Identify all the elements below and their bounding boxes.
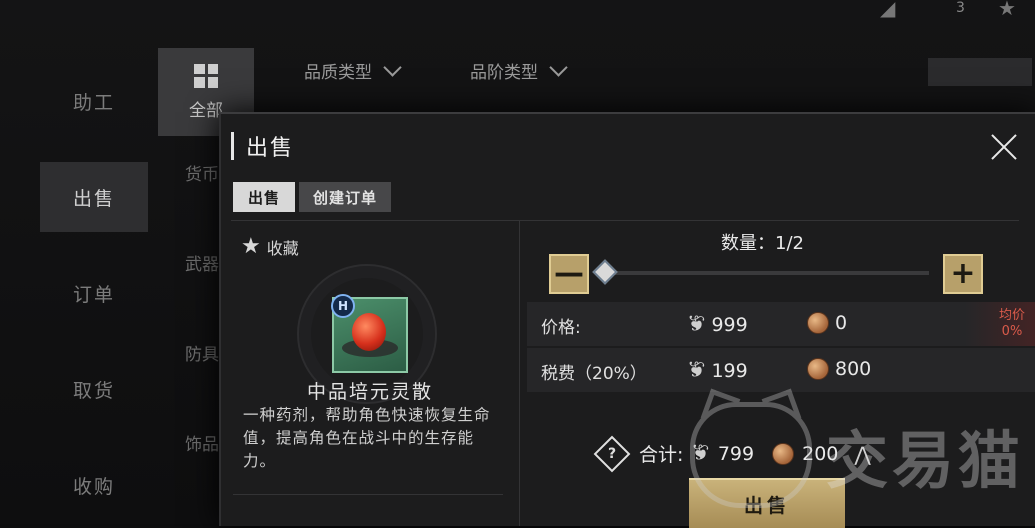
- quantity-slider[interactable]: [595, 271, 929, 275]
- chevron-down-icon: [383, 58, 402, 77]
- corner-decor-icon: ◢: [880, 0, 896, 20]
- filter-quality[interactable]: 品质类型: [304, 58, 402, 83]
- tax-currency2: 800: [807, 358, 871, 380]
- quantity-display: 数量：1/2: [721, 229, 804, 255]
- chevron-down-icon: [549, 58, 568, 77]
- help-glyph: ?: [607, 445, 617, 462]
- top-right-button[interactable]: [928, 58, 1032, 86]
- filter-quality-label: 品质类型: [304, 63, 372, 83]
- favorite-label: 收藏: [266, 238, 299, 258]
- total-label: 合计:: [639, 444, 684, 466]
- price-currency1-value: 999: [711, 313, 748, 336]
- coin-currency-icon: [807, 312, 829, 334]
- avg-price: 均价 0%: [999, 308, 1025, 340]
- total-row: ? 合计: ❦ 799 200 ⋀: [593, 435, 871, 472]
- dialog-title: 出售: [231, 132, 295, 161]
- total-currency1-value: 799: [717, 442, 755, 465]
- tax-row: 税费（20%） ❦ 199 800: [527, 348, 1035, 392]
- price-label: 价格:: [541, 318, 581, 338]
- avg-price-value: 0%: [1001, 324, 1023, 339]
- star-icon: ★: [241, 234, 261, 259]
- nav-item-sell[interactable]: 出售: [40, 162, 148, 232]
- grid-icon: [194, 63, 218, 88]
- help-icon[interactable]: ?: [593, 435, 631, 472]
- quantity-label: 数量：: [721, 233, 775, 254]
- nav-item-purchase[interactable]: 收购: [40, 450, 148, 520]
- divider: [233, 494, 503, 495]
- favorite-toggle[interactable]: ★ 收藏: [241, 234, 299, 259]
- tax-label: 税费（20%）: [541, 364, 647, 384]
- price-currency2-value: 0: [835, 312, 848, 334]
- divider: [231, 220, 1019, 221]
- tab-create-order[interactable]: 创建订单: [299, 182, 392, 212]
- elixir-pill-icon: [352, 313, 386, 351]
- close-icon[interactable]: [989, 132, 1019, 162]
- dialog-title-text: 出售: [246, 136, 295, 161]
- item-description: 一种药剂，帮助角色快速恢复生命值，提高角色在战斗中的生存能力。: [243, 406, 491, 470]
- grade-badge-icon: H: [331, 294, 355, 318]
- sell-dialog: 出售 出售 创建订单 ★ 收藏 H 中品培元灵散 一种药剂，帮助角色快速恢复生命…: [219, 112, 1035, 528]
- feather-currency-icon: ❦: [691, 441, 710, 466]
- nav-item-orders[interactable]: 订单: [40, 258, 148, 328]
- coin-currency-icon: [772, 442, 795, 465]
- feather-currency-icon: ❦: [687, 358, 706, 383]
- total-currency2-value: 200: [802, 442, 839, 465]
- tax-currency1-value: 199: [711, 359, 748, 382]
- decrease-quantity-button[interactable]: —: [549, 254, 589, 294]
- nav-item-helper[interactable]: 助工: [40, 66, 148, 136]
- quantity-value: 1/2: [775, 233, 804, 254]
- plus-icon: +: [950, 256, 976, 291]
- item-name: 中品培元灵散: [306, 381, 433, 403]
- tab-sell[interactable]: 出售: [233, 182, 295, 212]
- coin-currency-icon: [807, 358, 829, 380]
- confirm-sell-button[interactable]: 出售: [689, 478, 845, 528]
- price-currency2: 0: [807, 312, 847, 334]
- tax-currency2-value: 800: [835, 358, 872, 380]
- top-right-count: 3: [956, 0, 965, 16]
- minus-icon: —: [554, 256, 584, 291]
- star-outline-icon: ★: [998, 0, 1016, 20]
- category-all-label: 全部: [189, 100, 223, 121]
- filter-tier[interactable]: 品阶类型: [470, 58, 568, 83]
- feather-currency-icon: ❦: [687, 312, 706, 337]
- dialog-tabs: 出售 创建订单: [233, 182, 392, 212]
- price-trend-icon[interactable]: ⋀: [854, 442, 870, 466]
- filter-tier-label: 品阶类型: [470, 63, 538, 83]
- avg-price-label: 均价: [998, 308, 1025, 323]
- divider: [519, 220, 520, 526]
- tax-currency1: ❦ 199: [687, 358, 748, 383]
- price-currency1: ❦ 999: [687, 312, 748, 337]
- increase-quantity-button[interactable]: +: [943, 254, 983, 294]
- nav-item-pickup[interactable]: 取货: [40, 354, 148, 424]
- price-row: 价格: ❦ 999 0 均价 0%: [527, 302, 1035, 346]
- title-accent-bar: [231, 132, 234, 160]
- slider-handle[interactable]: [592, 259, 618, 285]
